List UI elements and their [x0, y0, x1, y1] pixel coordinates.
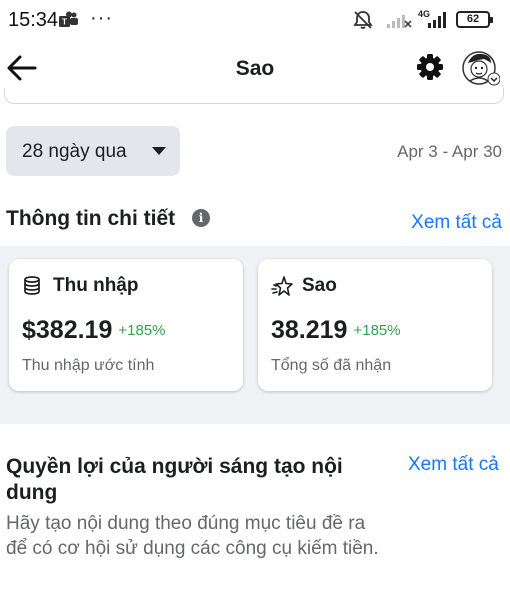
signal-strength-icon [428, 12, 446, 28]
status-bar: 15:34 T ··· 4G 62 [0, 0, 510, 40]
card-title: Sao [302, 275, 337, 296]
money-stack-icon [24, 276, 40, 295]
card-subtitle: Thu nhập ước tính [22, 357, 155, 374]
benefits-see-all-link[interactable]: Xem tất cả [408, 453, 503, 477]
insights-title: Thông tin chi tiết [6, 207, 176, 230]
period-dropdown[interactable]: 28 ngày qua [6, 126, 180, 176]
stars-value: 38.219 [271, 316, 348, 344]
teams-icon: T [59, 11, 78, 27]
period-label: 28 ngày qua [22, 141, 127, 162]
card-value: $382.19 +185% [22, 316, 166, 345]
stars-card[interactable]: Sao 38.219 +185% Tổng số đã nhận [258, 259, 492, 391]
gear-icon[interactable] [416, 53, 444, 81]
earnings-value: $382.19 [22, 316, 113, 344]
svg-text:T: T [62, 18, 67, 27]
status-time: 15:34 [8, 9, 59, 31]
earnings-card[interactable]: Thu nhập $382.19 +185% Thu nhập ước tính [9, 259, 243, 391]
card-title: Thu nhập [53, 275, 139, 296]
mute-icon [353, 11, 373, 29]
more-notifications-icon: ··· [90, 7, 113, 29]
avatar[interactable] [462, 49, 500, 87]
card-value: 38.219 +185% [271, 316, 401, 345]
info-icon[interactable]: i [192, 209, 210, 227]
date-range: Apr 3 - Apr 30 [397, 142, 502, 161]
card-subtitle: Tổng số đã nhận [271, 357, 392, 374]
stars-delta: +185% [353, 322, 401, 339]
benefits-title: Quyền lợi của người sáng tạo nội dung [6, 455, 343, 504]
earnings-delta: +185% [118, 322, 166, 339]
signal-icon [387, 15, 412, 28]
benefits-description: Hãy tạo nội dung theo đúng mục tiêu đề r… [6, 513, 379, 559]
caret-down-icon [152, 147, 166, 155]
insights-see-all-link[interactable]: Xem tất cả [411, 212, 502, 234]
star-icon [271, 276, 293, 296]
battery-icon: 62 [456, 11, 493, 28]
collapsed-card-edge [4, 88, 504, 104]
